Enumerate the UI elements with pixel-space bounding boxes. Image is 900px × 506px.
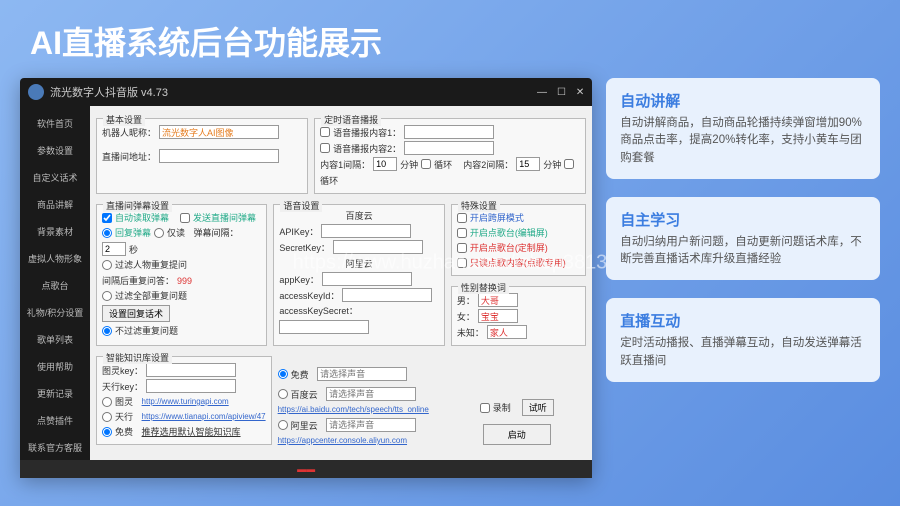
noskip-radio[interactable] bbox=[102, 326, 112, 336]
apikey-input[interactable] bbox=[321, 224, 411, 238]
timed2-input[interactable] bbox=[404, 141, 494, 155]
app-window: 流光数字人抖音版 v4.73 — ☐ ✕ 软件首页参数设置自定义话术商品讲解背景… bbox=[20, 78, 592, 478]
dual-checkbox[interactable] bbox=[457, 213, 467, 223]
ali-link[interactable]: https://appcenter.console.aliyun.com bbox=[278, 436, 442, 445]
test-button[interactable]: 试听 bbox=[522, 399, 554, 416]
sidebar-item-9[interactable]: 使用帮助 bbox=[20, 353, 90, 380]
custom-checkbox[interactable] bbox=[457, 243, 467, 253]
tianxing-link[interactable]: https://www.tianapi.com/apiview/47 bbox=[142, 412, 266, 421]
sidebar-item-0[interactable]: 软件首页 bbox=[20, 110, 90, 137]
sidebar-item-8[interactable]: 歌单列表 bbox=[20, 326, 90, 353]
tuling-input[interactable] bbox=[146, 363, 236, 377]
senddanmu-checkbox[interactable] bbox=[180, 213, 190, 223]
minimize-icon[interactable]: — bbox=[537, 87, 547, 98]
baidu-link[interactable]: https://ai.baidu.com/tech/speech/tts_onl… bbox=[278, 405, 442, 414]
voice-select3[interactable] bbox=[326, 418, 416, 432]
sidebar-item-4[interactable]: 背景素材 bbox=[20, 218, 90, 245]
voice-baidu-radio[interactable] bbox=[278, 389, 288, 399]
start-button[interactable]: 启动 bbox=[483, 424, 551, 445]
timed1-input[interactable] bbox=[404, 125, 494, 139]
room-label: 直播间地址： bbox=[102, 150, 156, 163]
card-title: 自动讲解 bbox=[620, 90, 866, 111]
male-input[interactable] bbox=[478, 293, 518, 307]
timed1-checkbox[interactable] bbox=[320, 127, 330, 137]
skipq-radio[interactable] bbox=[102, 260, 112, 270]
tianxing-input[interactable] bbox=[146, 379, 236, 393]
reply-radio[interactable] bbox=[102, 228, 112, 238]
timed2-label: 语音播报内容2： bbox=[333, 142, 401, 155]
interval1-input[interactable] bbox=[373, 157, 397, 171]
titlebar: 流光数字人抖音版 v4.73 — ☐ ✕ bbox=[20, 78, 592, 106]
appkey-input[interactable] bbox=[322, 272, 412, 286]
record-checkbox[interactable] bbox=[480, 403, 490, 413]
page-title: AI直播系统后台功能展示 bbox=[0, 0, 900, 78]
group-special: 特殊设置 bbox=[458, 199, 500, 212]
card-desc: 自动讲解商品，自动商品轮播持续弹窗增加90%商品点击率，提高20%转化率，支持小… bbox=[620, 115, 866, 167]
app-logo-icon bbox=[28, 84, 44, 100]
content-panel: 基本设置 机器人昵称： 直播间地址： 定时语音播报 语音播报内容1： bbox=[90, 106, 592, 460]
card-desc: 自动归纳用户新问题，自动更新问题话术库，不断完善直播话术库升级直播经验 bbox=[620, 234, 866, 269]
secretkey-input[interactable] bbox=[333, 240, 423, 254]
status-bar: ▬▬ bbox=[20, 460, 592, 478]
voice-select2[interactable] bbox=[326, 387, 416, 401]
robot-input[interactable] bbox=[159, 125, 279, 139]
sidebar-item-1[interactable]: 参数设置 bbox=[20, 137, 90, 164]
voice-ali-radio[interactable] bbox=[278, 420, 288, 430]
feature-card-2: 直播互动定时活动播报、直播弹幕互动，自动发送弹幕活跃直播间 bbox=[606, 298, 880, 382]
sidebar-item-5[interactable]: 虚拟人物形象 bbox=[20, 245, 90, 272]
akid-input[interactable] bbox=[342, 288, 432, 302]
qa-checkbox[interactable] bbox=[457, 228, 467, 238]
config-reply-button[interactable]: 设置回复话术 bbox=[102, 305, 170, 322]
voice-free-radio[interactable] bbox=[278, 369, 288, 379]
status-indicator: ▬▬ bbox=[297, 464, 315, 474]
window-title: 流光数字人抖音版 v4.73 bbox=[50, 84, 168, 100]
sidebar-item-2[interactable]: 自定义话术 bbox=[20, 164, 90, 191]
female-input[interactable] bbox=[478, 309, 518, 323]
interval1-label: 内容1间隔： bbox=[320, 158, 370, 171]
autoread-checkbox[interactable] bbox=[102, 213, 112, 223]
readonly-radio[interactable] bbox=[154, 228, 164, 238]
sidebar-item-6[interactable]: 点歌台 bbox=[20, 272, 90, 299]
group-voice: 语音设置 bbox=[280, 199, 322, 212]
tuling-radio[interactable] bbox=[102, 397, 112, 407]
timed1-label: 语音播报内容1： bbox=[333, 126, 401, 139]
tuling-link[interactable]: http://www.turingapi.com bbox=[142, 397, 229, 406]
sidebar-item-12[interactable]: 联系官方客服 bbox=[20, 434, 90, 460]
robot-label: 机器人昵称： bbox=[102, 126, 156, 139]
aks-input[interactable] bbox=[279, 320, 369, 334]
sidebar: 软件首页参数设置自定义话术商品讲解背景素材虚拟人物形象点歌台礼物/积分设置歌单列… bbox=[20, 106, 90, 460]
feature-card-0: 自动讲解自动讲解商品，自动商品轮播持续弹窗增加90%商品点击率，提高20%转化率… bbox=[606, 78, 880, 179]
timed2-checkbox[interactable] bbox=[320, 143, 330, 153]
sidebar-item-10[interactable]: 更新记录 bbox=[20, 380, 90, 407]
room-input[interactable] bbox=[159, 149, 279, 163]
group-gender: 性别替换词 bbox=[458, 281, 509, 294]
interval2-input[interactable] bbox=[516, 157, 540, 171]
free-kb-radio[interactable] bbox=[102, 427, 112, 437]
loop2-checkbox[interactable] bbox=[564, 159, 574, 169]
group-basic: 基本设置 bbox=[103, 113, 145, 126]
unknown-input[interactable] bbox=[487, 325, 527, 339]
readorder-checkbox[interactable] bbox=[457, 258, 467, 268]
card-desc: 定时活动播报、直播弹幕互动，自动发送弹幕活跃直播间 bbox=[620, 335, 866, 370]
maximize-icon[interactable]: ☐ bbox=[557, 87, 566, 98]
card-title: 自主学习 bbox=[620, 209, 866, 230]
sidebar-item-11[interactable]: 点赞插件 bbox=[20, 407, 90, 434]
skipall-radio[interactable] bbox=[102, 291, 112, 301]
feature-card-1: 自主学习自动归纳用户新问题，自动更新问题话术库，不断完善直播话术库升级直播经验 bbox=[606, 197, 880, 281]
tianxing-radio[interactable] bbox=[102, 412, 112, 422]
group-knowledge: 智能知识库设置 bbox=[103, 351, 172, 364]
loop1-checkbox[interactable] bbox=[421, 159, 431, 169]
group-timed: 定时语音播报 bbox=[321, 113, 381, 126]
sidebar-item-3[interactable]: 商品讲解 bbox=[20, 191, 90, 218]
close-icon[interactable]: ✕ bbox=[576, 87, 584, 98]
group-danmu: 直播间弹幕设置 bbox=[103, 199, 172, 212]
voice-select1[interactable] bbox=[317, 367, 407, 381]
interval2-label: 内容2间隔： bbox=[463, 158, 513, 171]
card-title: 直播互动 bbox=[620, 310, 866, 331]
danmu-interval-input[interactable] bbox=[102, 242, 126, 256]
sidebar-item-7[interactable]: 礼物/积分设置 bbox=[20, 299, 90, 326]
